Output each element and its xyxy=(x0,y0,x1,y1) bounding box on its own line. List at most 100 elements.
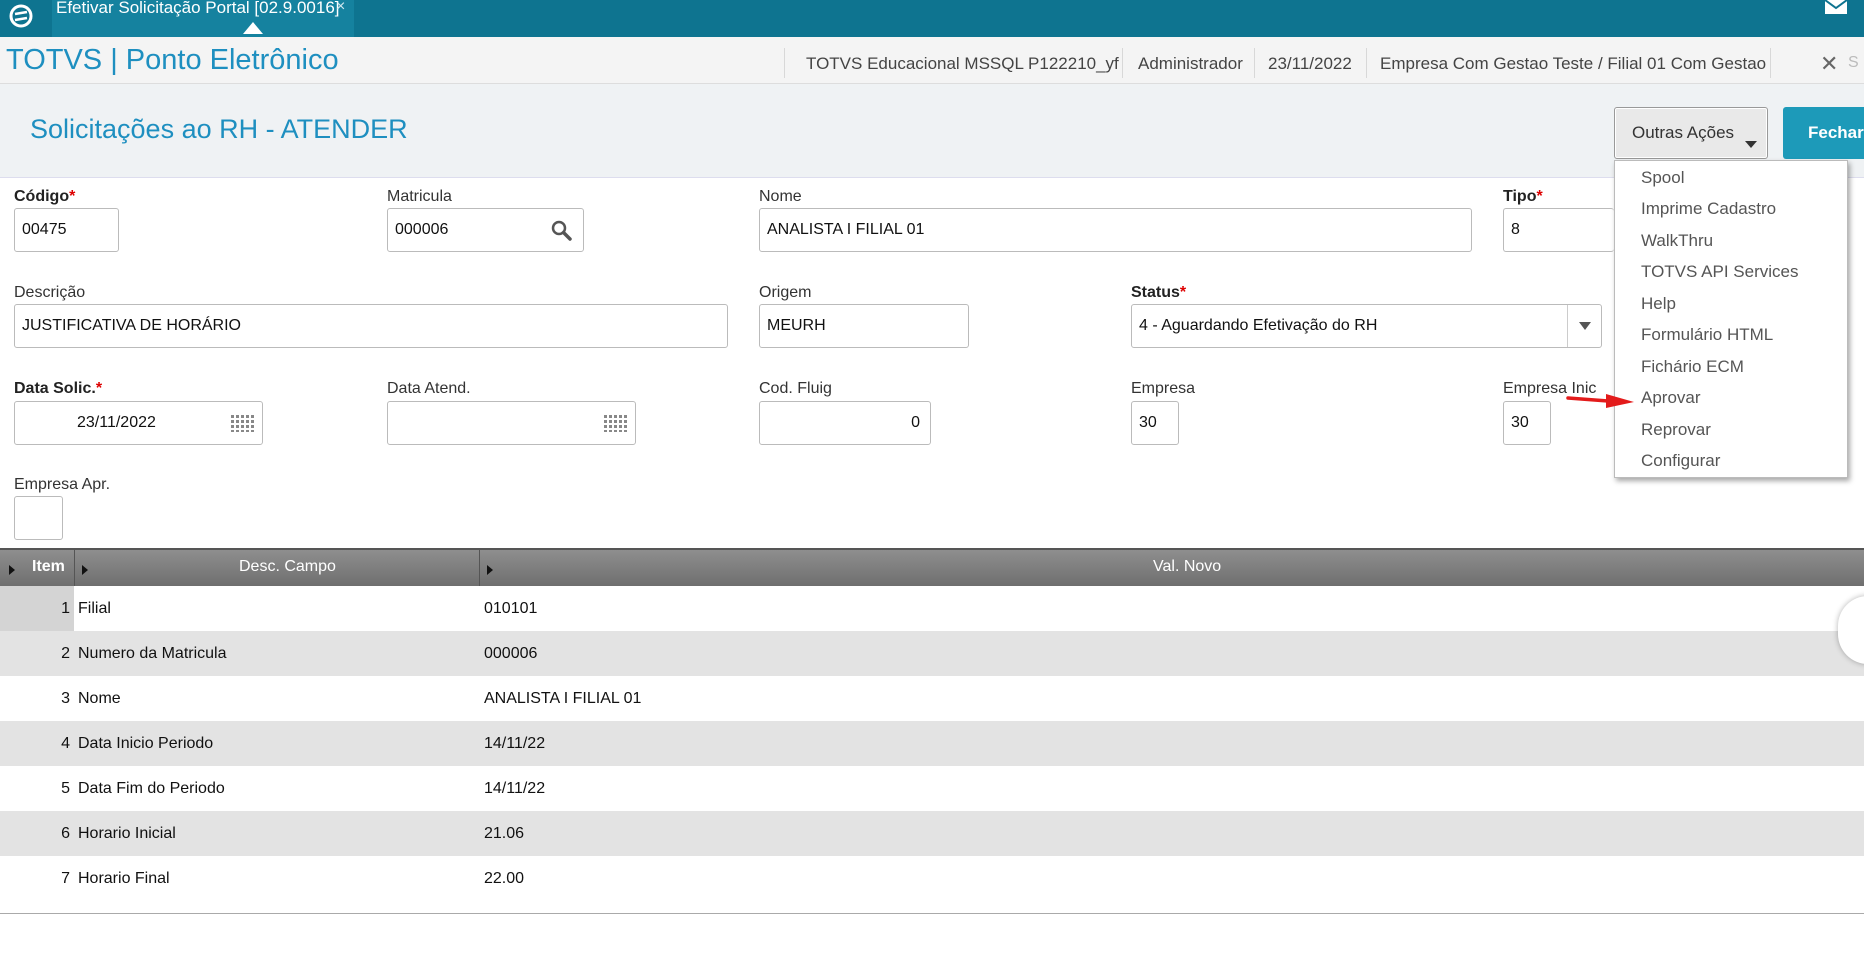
company-info: Empresa Com Gestao Teste / Filial 01 Com… xyxy=(1380,54,1767,73)
menu-item-help[interactable]: Help xyxy=(1641,294,1676,314)
val-cell: 14/11/22 xyxy=(484,780,546,797)
menu-item-reprovar[interactable]: Reprovar xyxy=(1641,420,1711,440)
codigo-label: Código* xyxy=(14,188,76,205)
user-info: Administrador xyxy=(1138,54,1243,73)
table-row[interactable]: 7 Horario Final 22.00 xyxy=(0,856,1864,901)
outras-acoes-button[interactable]: Outras Ações xyxy=(1614,107,1768,159)
caret-down-icon xyxy=(1745,141,1757,148)
menu-item-configurar[interactable]: Configurar xyxy=(1641,451,1720,471)
column-menu-icon[interactable] xyxy=(9,565,15,575)
menu-item-walkthru[interactable]: WalkThru xyxy=(1641,231,1713,251)
header-divider xyxy=(1254,48,1255,78)
tab-close-icon[interactable]: × xyxy=(336,0,345,15)
calendar-icon[interactable] xyxy=(231,415,254,432)
menu-item-imprime-cadastro[interactable]: Imprime Cadastro xyxy=(1641,199,1776,219)
data-atend-label: Data Atend. xyxy=(387,380,471,397)
empresa-inic-field[interactable]: 30 xyxy=(1503,401,1551,445)
desc-cell: Nome xyxy=(78,690,121,707)
descricao-field[interactable]: JUSTIFICATIVA DE HORÁRIO xyxy=(14,304,728,348)
search-icon[interactable] xyxy=(551,220,573,242)
table-row[interactable]: 1 Filial 010101 xyxy=(0,586,1864,631)
outras-acoes-label: Outras Ações xyxy=(1632,123,1735,142)
header-divider xyxy=(1122,48,1123,78)
items-grid: Item Desc. Campo Val. Novo 1 Filial 0101… xyxy=(0,548,1864,914)
calendar-icon[interactable] xyxy=(604,415,627,432)
menu-item-totvs-api-services[interactable]: TOTVS API Services xyxy=(1641,262,1798,282)
column-divider[interactable] xyxy=(74,550,75,586)
val-cell: 21.06 xyxy=(484,825,525,842)
status-label: Status* xyxy=(1131,284,1187,301)
val-cell: 010101 xyxy=(484,600,538,617)
window-tab-title: Efetivar Solicitação Portal [02.9.0016] xyxy=(56,0,340,17)
menu-item-spool[interactable]: Spool xyxy=(1641,168,1684,188)
mail-icon[interactable] xyxy=(1822,0,1850,18)
matricula-label: Matricula xyxy=(387,188,452,205)
date-info: 23/11/2022 xyxy=(1268,54,1352,73)
table-row[interactable]: 2 Numero da Matricula 000006 xyxy=(0,631,1864,676)
header-divider xyxy=(784,48,785,78)
menu-item-aprovar[interactable]: Aprovar xyxy=(1641,388,1701,408)
window-tab[interactable]: Efetivar Solicitação Portal [02.9.0016] … xyxy=(52,0,354,37)
nome-field[interactable]: ANALISTA I FILIAL 01 xyxy=(759,208,1472,252)
item-cell: 3 xyxy=(61,690,70,707)
header-divider xyxy=(1366,48,1367,78)
empresa-field[interactable]: 30 xyxy=(1131,401,1179,445)
data-atend-field[interactable]: / / xyxy=(387,401,636,445)
val-cell: ANALISTA I FILIAL 01 xyxy=(484,690,642,707)
page-title: Solicitações ao RH - ATENDER xyxy=(30,114,408,144)
fechar-button[interactable]: Fechar xyxy=(1783,107,1864,159)
origem-field[interactable]: MEURH xyxy=(759,304,969,348)
desc-cell: Data Fim do Periodo xyxy=(78,780,225,797)
column-header-item[interactable]: Item xyxy=(32,558,65,576)
menu-item-fichario-ecm[interactable]: Fichário ECM xyxy=(1641,357,1744,377)
desc-cell: Horario Final xyxy=(78,870,170,887)
table-row[interactable]: 5 Data Fim do Periodo 14/11/22 xyxy=(0,766,1864,811)
environment-info: TOTVS Educacional MSSQL P122210_yf xyxy=(806,54,1119,73)
origem-label: Origem xyxy=(759,284,812,301)
desc-cell: Data Inicio Periodo xyxy=(78,735,214,752)
item-cell: 5 xyxy=(61,780,70,797)
data-solic-value: 23/11/2022 xyxy=(77,414,156,431)
tipo-field[interactable]: 8 xyxy=(1503,208,1614,252)
column-divider[interactable] xyxy=(479,550,480,586)
menu-item-formulario-html[interactable]: Formulário HTML xyxy=(1641,325,1773,345)
grid-header: Item Desc. Campo Val. Novo xyxy=(0,548,1864,586)
descricao-label: Descrição xyxy=(14,284,86,301)
column-header-val-novo[interactable]: Val. Novo xyxy=(1153,558,1221,576)
codigo-field[interactable]: 00475 xyxy=(14,208,119,252)
table-row[interactable]: 4 Data Inicio Periodo 14/11/22 xyxy=(0,721,1864,766)
tipo-label: Tipo* xyxy=(1503,188,1543,205)
val-cell: 000006 xyxy=(484,645,538,662)
item-cell: 6 xyxy=(61,825,70,842)
table-row[interactable]: 6 Horario Inicial 21.06 xyxy=(0,811,1864,856)
item-cell: 7 xyxy=(61,870,70,887)
status-dropdown-button[interactable] xyxy=(1567,305,1601,347)
column-menu-icon[interactable] xyxy=(82,565,88,575)
close-icon[interactable]: ✕ xyxy=(1820,51,1838,77)
data-solic-field[interactable]: 23/11/2022 xyxy=(14,401,263,445)
page-header: Solicitações ao RH - ATENDER xyxy=(0,84,1864,178)
empresa-apr-field[interactable] xyxy=(14,496,63,540)
val-cell: 22.00 xyxy=(484,870,525,887)
cod-fluig-label: Cod. Fluig xyxy=(759,380,832,397)
desc-cell: Horario Inicial xyxy=(78,825,176,842)
item-cell: 2 xyxy=(61,645,70,662)
table-row[interactable]: 3 Nome ANALISTA I FILIAL 01 xyxy=(0,676,1864,721)
active-tab-indicator xyxy=(243,22,263,34)
status-select[interactable]: 4 - Aguardando Efetivação do RH xyxy=(1131,304,1602,348)
totvs-logo-icon xyxy=(9,4,33,28)
empresa-label: Empresa xyxy=(1131,380,1196,397)
red-arrow-annotation-icon xyxy=(1566,394,1634,408)
top-bar: Efetivar Solicitação Portal [02.9.0016] … xyxy=(0,0,1864,37)
header-divider xyxy=(1770,48,1771,78)
column-header-desc-campo[interactable]: Desc. Campo xyxy=(239,558,336,576)
matricula-field[interactable]: 000006 xyxy=(387,208,584,252)
column-menu-icon[interactable] xyxy=(487,565,493,575)
val-cell: 14/11/22 xyxy=(484,735,546,752)
cod-fluig-field[interactable]: 0 xyxy=(759,401,931,445)
close-label[interactable]: S xyxy=(1848,54,1859,72)
chevron-down-icon xyxy=(1579,322,1591,330)
matricula-value: 000006 xyxy=(395,221,449,238)
data-solic-label: Data Solic.* xyxy=(14,380,103,397)
app-header: TOTVS | Ponto Eletrônico TOTVS Educacion… xyxy=(0,37,1864,84)
